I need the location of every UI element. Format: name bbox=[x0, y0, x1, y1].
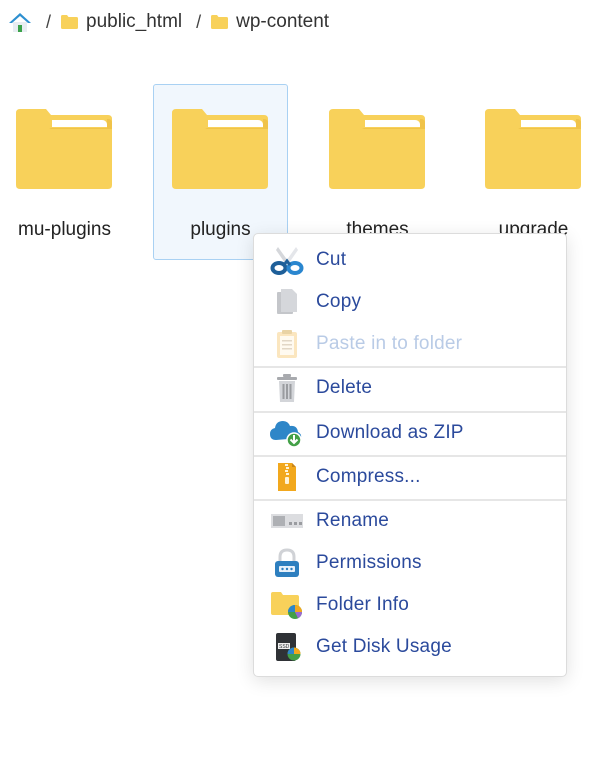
menu-item-folder-info[interactable]: Folder Info bbox=[254, 584, 566, 626]
breadcrumb-label: wp-content bbox=[236, 11, 330, 32]
copy-icon bbox=[270, 287, 304, 317]
menu-item-label: Permissions bbox=[316, 552, 422, 573]
menu-item-permissions[interactable]: Permissions bbox=[254, 542, 566, 584]
trash-icon bbox=[270, 373, 304, 403]
home-icon[interactable] bbox=[8, 11, 32, 33]
folder-icon bbox=[485, 109, 581, 189]
menu-item-label: Cut bbox=[316, 249, 347, 270]
disk-usage-icon: SSD bbox=[270, 632, 304, 662]
zip-archive-icon bbox=[270, 462, 304, 492]
scissors-icon bbox=[270, 245, 304, 275]
folder-icon bbox=[211, 15, 229, 29]
folder-icon bbox=[172, 109, 268, 189]
folder-tile-mu-plugins[interactable]: mu-plugins bbox=[0, 84, 132, 260]
clipboard-icon bbox=[270, 329, 304, 359]
menu-item-delete[interactable]: Delete bbox=[254, 367, 566, 409]
rename-icon bbox=[270, 506, 304, 536]
menu-item-label: Rename bbox=[316, 510, 390, 531]
folder-icon bbox=[16, 109, 112, 189]
menu-item-copy[interactable]: Copy bbox=[254, 281, 566, 323]
breadcrumb-wp-content[interactable]: wp-content bbox=[211, 11, 329, 33]
menu-item-label: Copy bbox=[316, 291, 362, 312]
folder-info-icon bbox=[270, 590, 304, 620]
breadcrumb-public-html[interactable]: public_html bbox=[61, 11, 182, 33]
breadcrumb-label: public_html bbox=[86, 11, 183, 32]
svg-text:SSD: SSD bbox=[279, 644, 290, 650]
menu-item-label: Folder Info bbox=[316, 594, 410, 615]
menu-item-paste[interactable]: Paste in to folder bbox=[254, 323, 566, 365]
folder-icon bbox=[329, 109, 425, 189]
breadcrumb-separator: / bbox=[196, 11, 202, 32]
menu-item-label: Get Disk Usage bbox=[316, 636, 452, 657]
folder-icon bbox=[61, 15, 79, 29]
menu-item-cut[interactable]: Cut bbox=[254, 239, 566, 281]
menu-item-download-zip[interactable]: Download as ZIP bbox=[254, 412, 566, 454]
lock-icon bbox=[270, 548, 304, 578]
context-menu: Cut Copy Paste in to folder Delete Downl… bbox=[253, 233, 567, 677]
breadcrumb: / public_html / wp-content bbox=[8, 9, 329, 35]
menu-item-compress[interactable]: Compress... bbox=[254, 456, 566, 498]
folder-name: mu-plugins bbox=[18, 219, 111, 240]
cloud-download-icon bbox=[270, 418, 304, 448]
menu-item-label: Delete bbox=[316, 377, 373, 398]
menu-item-rename[interactable]: Rename bbox=[254, 500, 566, 542]
breadcrumb-separator: / bbox=[46, 11, 52, 32]
menu-item-label: Download as ZIP bbox=[316, 422, 464, 443]
menu-item-disk-usage[interactable]: SSD Get Disk Usage bbox=[254, 626, 566, 668]
menu-item-label: Paste in to folder bbox=[316, 333, 463, 354]
menu-item-label: Compress... bbox=[316, 466, 421, 487]
